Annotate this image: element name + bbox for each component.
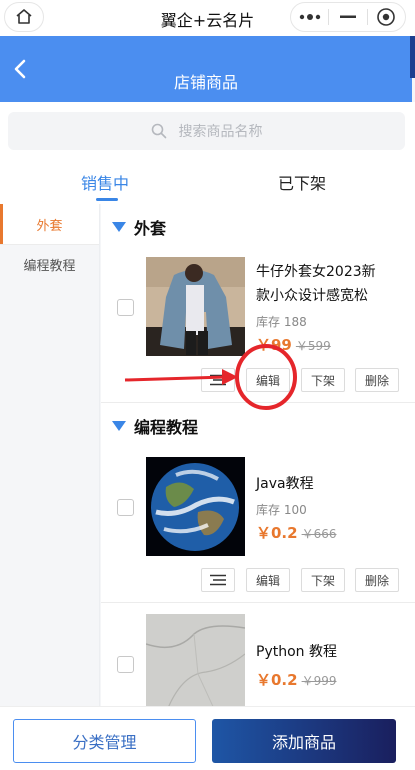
product-checkbox[interactable] xyxy=(117,656,134,673)
status-tabs: 销售中 已下架 xyxy=(0,158,415,204)
product-name: Python 教程 xyxy=(256,644,337,660)
section-title: 外套 xyxy=(134,219,167,238)
section-title: 编程教程 xyxy=(134,418,199,437)
original-price: ￥599 xyxy=(295,339,331,353)
close-miniapp-button[interactable] xyxy=(368,3,405,31)
add-product-button[interactable]: 添加商品 xyxy=(212,719,396,763)
sidebar-item-programming[interactable]: 编程教程 xyxy=(0,244,99,284)
bottom-bar: 分类管理 添加商品 xyxy=(0,706,415,770)
section-header-programming: 编程教程 xyxy=(112,414,198,438)
capsule-menu xyxy=(290,2,406,32)
edit-button[interactable]: 编辑 xyxy=(246,568,290,592)
category-sidebar: 外套 编程教程 xyxy=(0,204,100,706)
current-price: ￥0.2 xyxy=(256,671,298,689)
sort-button[interactable] xyxy=(201,368,235,392)
category-manage-button[interactable]: 分类管理 xyxy=(13,719,196,763)
section-header-coat: 外套 xyxy=(112,215,166,239)
sort-button[interactable] xyxy=(201,568,235,592)
triangle-down-icon xyxy=(112,421,126,431)
delete-button[interactable]: 删除 xyxy=(355,368,399,392)
product-item: Python 教程 ￥0.2 ￥999 xyxy=(101,614,415,706)
tab-on-sale[interactable]: 销售中 xyxy=(81,170,129,194)
list-icon xyxy=(210,574,226,586)
unlist-button[interactable]: 下架 xyxy=(301,368,345,392)
search-input[interactable]: 搜索商品名称 xyxy=(8,112,405,150)
product-stock: 库存 100 xyxy=(256,503,307,517)
delete-button[interactable]: 删除 xyxy=(355,568,399,592)
list-icon xyxy=(210,374,226,386)
divider xyxy=(101,602,415,603)
product-name: 牛仔外套女2023新款小众设计感宽松 xyxy=(256,264,376,304)
product-item: 牛仔外套女2023新款小众设计感宽松 库存 188 ￥99 ￥599 编辑 下架 … xyxy=(101,256,415,396)
sidebar-item-coat[interactable]: 外套 xyxy=(0,204,99,244)
original-price: ￥666 xyxy=(301,527,337,541)
search-placeholder: 搜索商品名称 xyxy=(178,124,263,140)
product-panel: 外套 牛仔外套女2023新款小众设计感宽松 库存 188 ￥99 ￥599 编辑 … xyxy=(101,204,415,706)
edit-button[interactable]: 编辑 xyxy=(246,368,290,392)
product-image xyxy=(146,614,245,706)
page-header: 店铺商品 xyxy=(0,36,412,102)
more-dots-icon xyxy=(299,14,320,20)
search-icon xyxy=(151,123,166,139)
current-price: ￥99 xyxy=(256,336,292,354)
original-price: ￥999 xyxy=(301,674,337,688)
tab-off-shelf[interactable]: 已下架 xyxy=(278,170,326,194)
product-checkbox[interactable] xyxy=(117,299,134,316)
product-price: ￥99 ￥599 xyxy=(256,334,331,355)
product-price: ￥0.2 ￥666 xyxy=(256,522,336,543)
system-bar: 翼企+云名片 xyxy=(0,0,415,36)
product-item: Java教程 库存 100 ￥0.2 ￥666 编辑 下架 删除 xyxy=(101,456,415,596)
product-name: Java教程 xyxy=(256,476,314,492)
product-checkbox[interactable] xyxy=(117,499,134,516)
triangle-down-icon xyxy=(112,222,126,232)
minimize-button[interactable] xyxy=(329,3,366,31)
divider xyxy=(101,402,415,403)
product-image xyxy=(146,257,245,356)
edge-strip xyxy=(410,36,415,78)
page-title: 店铺商品 xyxy=(173,73,238,92)
current-price: ￥0.2 xyxy=(256,524,298,542)
minimize-icon xyxy=(339,15,356,18)
search-area: 搜索商品名称 xyxy=(0,102,415,158)
product-image xyxy=(146,457,245,556)
product-price: ￥0.2 ￥999 xyxy=(256,669,336,690)
target-icon xyxy=(377,8,396,26)
more-button[interactable] xyxy=(291,3,328,31)
unlist-button[interactable]: 下架 xyxy=(301,568,345,592)
tab-underline xyxy=(96,198,118,201)
product-stock: 库存 188 xyxy=(256,315,307,329)
